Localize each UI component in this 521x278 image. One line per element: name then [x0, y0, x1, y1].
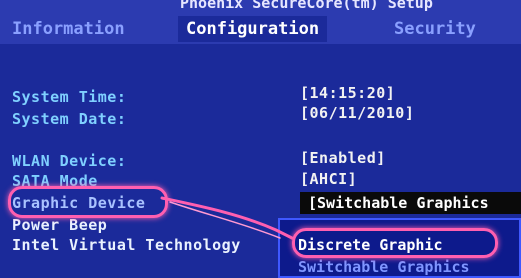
annotation-arrow [160, 196, 294, 240]
